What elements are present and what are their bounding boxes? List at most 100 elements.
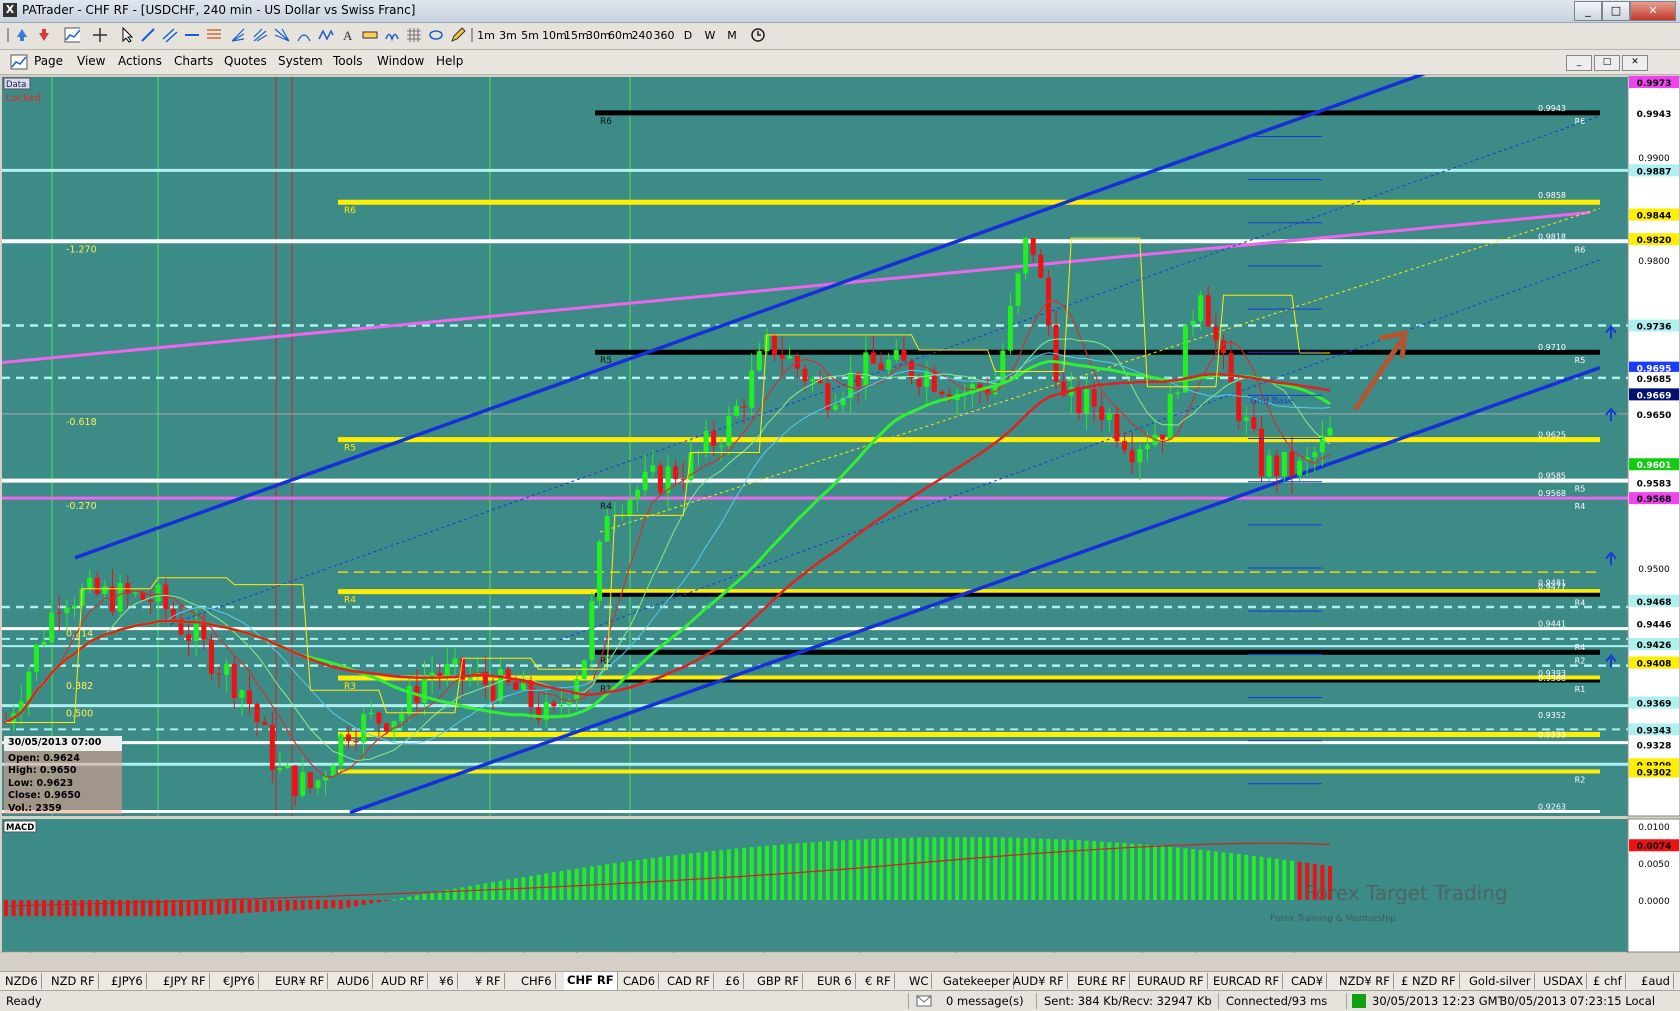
grid-icon[interactable] bbox=[406, 27, 422, 43]
timeframe-weekly[interactable]: W bbox=[702, 26, 718, 46]
maximize-button[interactable]: □ bbox=[1602, 1, 1630, 21]
cursor-icon[interactable] bbox=[120, 27, 136, 43]
timeframe-3m[interactable]: 3m bbox=[498, 26, 518, 46]
price-axis-label: 0.9973 bbox=[1637, 79, 1672, 89]
tab-31[interactable]: £aud bbox=[1638, 973, 1674, 989]
arrow-down-icon[interactable] bbox=[14, 27, 30, 43]
channel-icon[interactable] bbox=[162, 27, 178, 43]
timeframe-5m[interactable]: 5m bbox=[520, 26, 540, 46]
menu-charts[interactable]: Charts bbox=[174, 54, 213, 68]
tab-17[interactable]: EUR 6 bbox=[814, 973, 856, 989]
fib-icon[interactable] bbox=[206, 27, 222, 43]
status-traffic: Sent: 384 Kb/Recv: 32947 Kb bbox=[1044, 994, 1212, 1008]
zigzag-icon[interactable] bbox=[318, 27, 334, 43]
timeframe-10m[interactable]: 10m bbox=[542, 26, 567, 46]
timeframe-60m[interactable]: 60m bbox=[608, 26, 633, 46]
menu-quotes[interactable]: Quotes bbox=[224, 54, 267, 68]
minimize-button[interactable]: _ bbox=[1574, 1, 1602, 21]
envelope-icon[interactable] bbox=[916, 994, 932, 1008]
menu-window[interactable]: Window bbox=[377, 54, 424, 68]
menu-view[interactable]: View bbox=[77, 54, 105, 68]
tab-5[interactable]: €JPY6 bbox=[220, 973, 259, 989]
tab-14[interactable]: CAD RF bbox=[664, 973, 715, 989]
timeframe-30m[interactable]: 30m bbox=[586, 26, 611, 46]
chart-type-icon[interactable] bbox=[64, 27, 80, 43]
fib-fan-icon[interactable] bbox=[230, 27, 246, 43]
tab-30[interactable]: £ chf bbox=[1590, 973, 1626, 989]
tab-27[interactable]: £ NZD RF bbox=[1398, 973, 1460, 989]
tab-21[interactable]: AUD¥ RF bbox=[1010, 973, 1068, 989]
pencil-icon[interactable] bbox=[450, 27, 466, 43]
menu-page[interactable]: Page bbox=[34, 54, 63, 68]
cycle-icon[interactable] bbox=[384, 27, 400, 43]
tab-10[interactable]: ¥ RF bbox=[472, 973, 505, 989]
menu-tools[interactable]: Tools bbox=[333, 54, 363, 68]
macd-bar bbox=[726, 849, 731, 900]
tab-2[interactable]: NZD RF bbox=[48, 973, 99, 989]
price-chart[interactable]: 0.9943 0.9858 0.9818 0.9710 0.9625 0.9585 0.95… bbox=[0, 75, 1680, 953]
candle-body bbox=[110, 586, 116, 612]
tab-8[interactable]: AUD RF bbox=[378, 973, 429, 989]
tab-9[interactable]: ¥6 bbox=[436, 973, 458, 989]
macd-bar bbox=[993, 837, 998, 900]
tab-15[interactable]: £6 bbox=[722, 973, 744, 989]
tab-25[interactable]: CAD¥ bbox=[1288, 973, 1328, 989]
gann-icon[interactable] bbox=[274, 27, 290, 43]
mdi-close-button[interactable]: ✕ bbox=[1622, 55, 1648, 71]
menu-help[interactable]: Help bbox=[436, 54, 463, 68]
tab-29[interactable]: USDAX bbox=[1540, 973, 1588, 989]
trendline-icon[interactable] bbox=[140, 27, 156, 43]
candle-body bbox=[277, 768, 283, 770]
timeframe-240[interactable]: 240 bbox=[631, 26, 653, 46]
timeframe-daily[interactable]: D bbox=[680, 26, 696, 46]
candle-body bbox=[1076, 386, 1082, 414]
arrow-up-icon[interactable] bbox=[36, 27, 52, 43]
mdi-minimize-button[interactable]: _ bbox=[1566, 55, 1592, 71]
tab-18[interactable]: € RF bbox=[862, 973, 895, 989]
tab-26[interactable]: NZD¥ RF bbox=[1336, 973, 1394, 989]
status-messages[interactable]: 0 message(s) bbox=[946, 994, 1024, 1008]
candle-body bbox=[863, 352, 869, 387]
tab-24[interactable]: EURCAD RF bbox=[1210, 973, 1284, 989]
tab-28[interactable]: Gold-silver bbox=[1466, 973, 1535, 989]
macd-bar bbox=[985, 837, 990, 900]
timeframe-15m[interactable]: 15m bbox=[564, 26, 589, 46]
tab-23[interactable]: EURAUD RF bbox=[1134, 973, 1208, 989]
horizontal-line-icon[interactable] bbox=[184, 27, 200, 43]
timeframe-1m[interactable]: 1m bbox=[476, 26, 496, 46]
crosshair-icon[interactable] bbox=[92, 27, 108, 43]
tab-19[interactable]: WC bbox=[906, 973, 933, 989]
tab-3[interactable]: £JPY6 bbox=[108, 973, 147, 989]
macd-bar bbox=[567, 869, 572, 900]
mdi-restore-button[interactable]: □ bbox=[1594, 55, 1620, 71]
measure-icon[interactable] bbox=[362, 27, 378, 43]
macd-bar bbox=[1282, 859, 1287, 900]
tab-6[interactable]: EUR¥ RF bbox=[272, 973, 329, 989]
tab-1[interactable]: NZD6 bbox=[2, 973, 42, 989]
tab-22[interactable]: EUR£ RF bbox=[1074, 973, 1131, 989]
close-button[interactable]: ✕ bbox=[1630, 1, 1676, 21]
menu-actions[interactable]: Actions bbox=[118, 54, 162, 68]
tab-7[interactable]: AUD6 bbox=[334, 973, 374, 989]
menu-system[interactable]: System bbox=[278, 54, 323, 68]
tab-13[interactable]: CAD6 bbox=[620, 973, 660, 989]
candle-body bbox=[1114, 414, 1120, 442]
clock-icon[interactable] bbox=[750, 27, 766, 43]
timeframe-360[interactable]: 360 bbox=[653, 26, 675, 46]
arcs-icon[interactable] bbox=[296, 27, 312, 43]
macd-bar bbox=[1297, 861, 1302, 900]
text-tool-icon[interactable]: A bbox=[340, 27, 356, 43]
macd-bar bbox=[1251, 855, 1256, 900]
status-separator bbox=[908, 993, 909, 1009]
pivot-label: R5 bbox=[1575, 485, 1586, 494]
tab-16[interactable]: GBP RF bbox=[754, 973, 803, 989]
tab-12[interactable]: CHF RF bbox=[564, 972, 618, 990]
pitchfork-icon[interactable] bbox=[252, 27, 268, 43]
timeframe-monthly[interactable]: M bbox=[724, 26, 740, 46]
app-logo-icon: X bbox=[3, 3, 17, 17]
ellipse-icon[interactable] bbox=[428, 27, 444, 43]
candle-body bbox=[345, 734, 351, 741]
tab-20[interactable]: Gatekeeper bbox=[940, 973, 1015, 989]
tab-11[interactable]: CHF6 bbox=[518, 973, 556, 989]
tab-4[interactable]: £JPY RF bbox=[160, 973, 210, 989]
